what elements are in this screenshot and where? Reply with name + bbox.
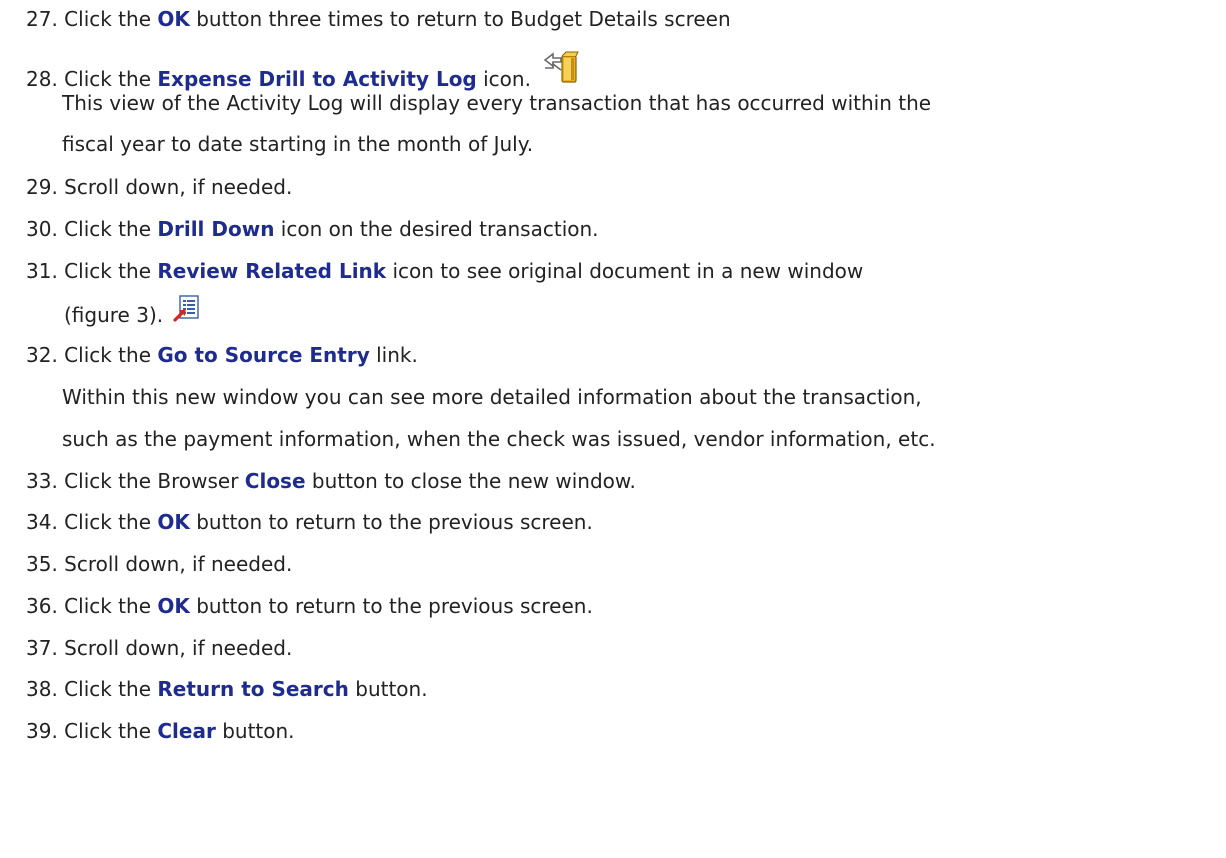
step-29: 29. Scroll down, if needed. (26, 174, 292, 200)
step-33: 33. Click the Browser Close button to cl… (26, 468, 636, 494)
step-text: Click the (64, 510, 158, 534)
figure-reference: (figure 3). (64, 303, 164, 327)
step-28: 28. Click the Expense Drill to Activity … (26, 48, 581, 92)
step-text: Click the (64, 259, 158, 283)
step-number: 31. (26, 259, 58, 283)
step-text: Click the (64, 343, 158, 367)
step-text: Click the (64, 217, 158, 241)
step-text: Scroll down, if needed. (64, 552, 293, 576)
step-text: icon. (476, 67, 531, 91)
step-text: Scroll down, if needed. (64, 636, 293, 660)
go-to-source-entry-label: Go to Source Entry (157, 343, 370, 367)
step-number: 27. (26, 7, 58, 31)
ok-button-label: OK (157, 7, 190, 31)
step-text: Click the (64, 677, 158, 701)
step-number: 37. (26, 636, 58, 660)
step-32: 32. Click the Go to Source Entry link. (26, 342, 418, 368)
step-number: 34. (26, 510, 58, 534)
review-related-link-icon (173, 294, 201, 328)
step-30: 30. Click the Drill Down icon on the des… (26, 216, 599, 242)
step-32-note-line-1: Within this new window you can see more … (62, 385, 922, 409)
step-text: button three times to return to Budget D… (189, 7, 731, 31)
step-number: 36. (26, 594, 58, 618)
step-text: link. (369, 343, 418, 367)
step-number: 39. (26, 719, 58, 743)
close-button-label: Close (244, 469, 306, 493)
ok-button-label: OK (157, 594, 190, 618)
review-related-link-label: Review Related Link (157, 259, 387, 283)
drill-down-label: Drill Down (157, 217, 275, 241)
step-28-note-line-2: fiscal year to date starting in the mont… (62, 132, 534, 156)
step-number: 32. (26, 343, 58, 367)
clear-button-label: Clear (157, 719, 216, 743)
step-number: 33. (26, 469, 58, 493)
step-text: Click the (64, 67, 158, 91)
step-27: 27. Click the OK button three times to r… (26, 6, 731, 32)
step-text: Click the (64, 7, 158, 31)
step-text: Click the Browser (64, 469, 245, 493)
step-number: 35. (26, 552, 58, 576)
step-37: 37. Scroll down, if needed. (26, 635, 292, 661)
step-text: Click the (64, 594, 158, 618)
expense-drill-label: Expense Drill to Activity Log (157, 67, 477, 91)
ok-button-label: OK (157, 510, 190, 534)
step-number: 30. (26, 217, 58, 241)
step-text: Scroll down, if needed. (64, 175, 293, 199)
step-number: 28. (26, 67, 58, 91)
step-text: button. (348, 677, 428, 701)
step-number: 38. (26, 677, 58, 701)
step-text: icon to see original document in a new w… (386, 259, 864, 283)
step-32-note-line-2: such as the payment information, when th… (62, 427, 936, 451)
step-text: button to close the new window. (305, 469, 636, 493)
step-38: 38. Click the Return to Search button. (26, 676, 428, 702)
step-36: 36. Click the OK button to return to the… (26, 593, 593, 619)
return-to-search-label: Return to Search (157, 677, 349, 701)
step-text: Click the (64, 719, 158, 743)
step-28-note-line-1: This view of the Activity Log will displ… (62, 91, 932, 115)
step-31-continuation: (figure 3). (64, 294, 201, 328)
step-35: 35. Scroll down, if needed. (26, 551, 292, 577)
step-text: button. (215, 719, 295, 743)
drill-to-activity-log-icon (541, 48, 581, 92)
step-34: 34. Click the OK button to return to the… (26, 509, 593, 535)
step-text: button to return to the previous screen. (189, 594, 593, 618)
step-text: button to return to the previous screen. (189, 510, 593, 534)
step-31: 31. Click the Review Related Link icon t… (26, 258, 863, 284)
step-number: 29. (26, 175, 58, 199)
step-39: 39. Click the Clear button. (26, 718, 295, 744)
step-text: icon on the desired transaction. (274, 217, 599, 241)
